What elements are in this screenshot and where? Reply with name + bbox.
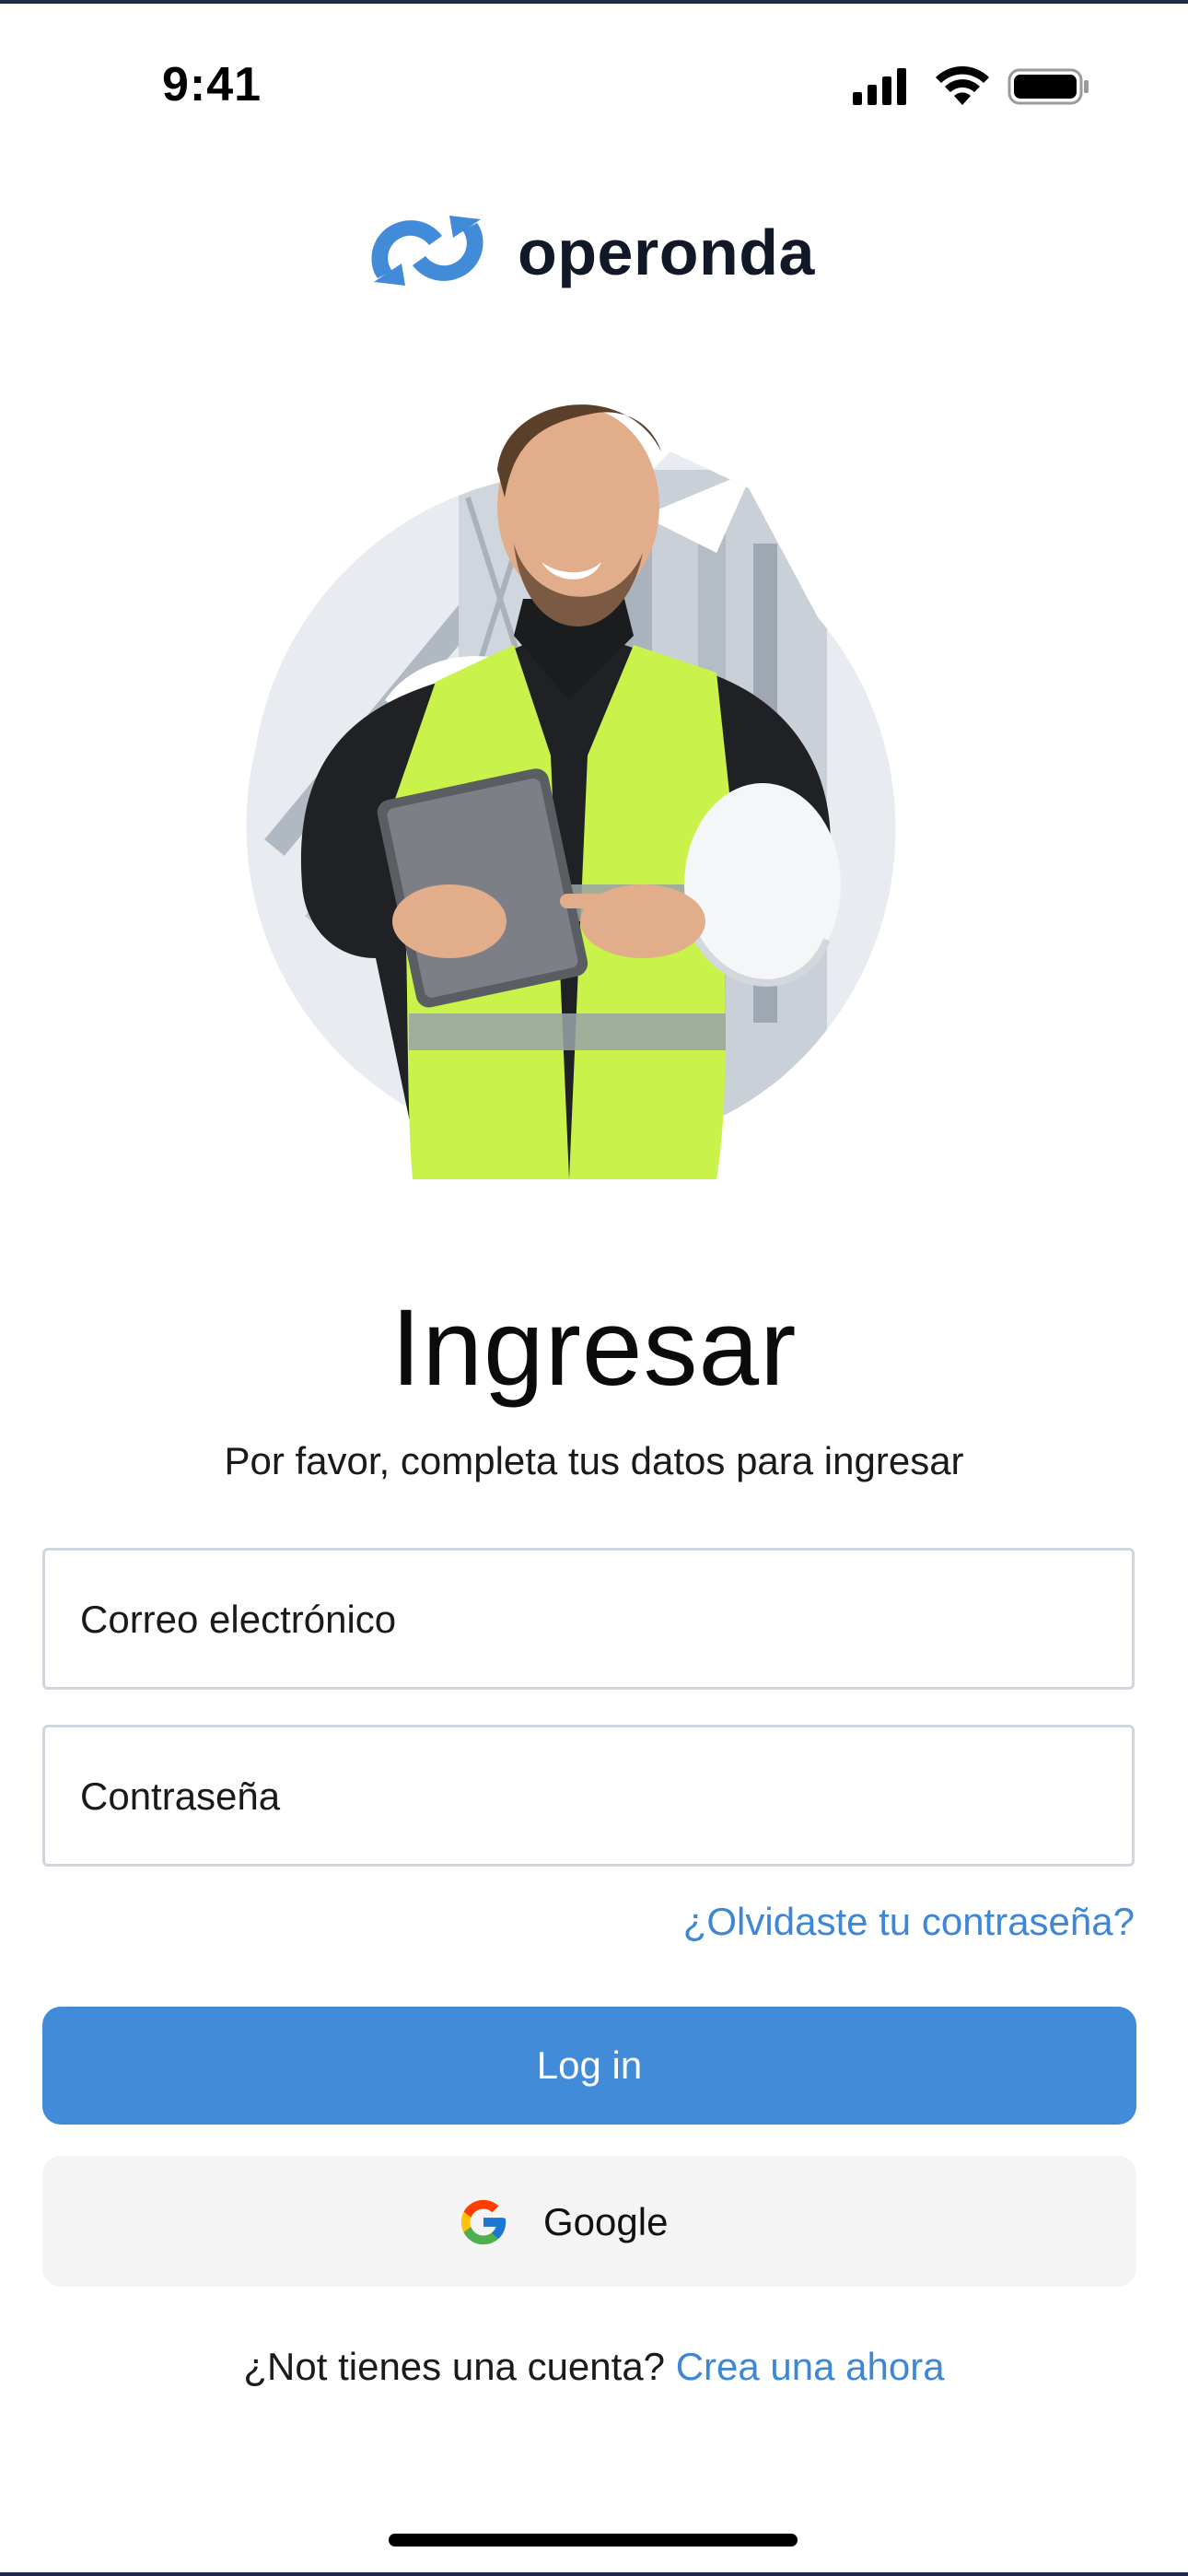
wifi-icon xyxy=(936,66,989,105)
status-icons xyxy=(851,66,1090,107)
password-field[interactable] xyxy=(42,1725,1135,1867)
google-button-content: Google xyxy=(457,2195,668,2250)
page-subtitle: Por favor, completa tus datos para ingre… xyxy=(224,1439,964,1482)
operonda-logo-icon xyxy=(371,216,483,286)
brand-name: operonda xyxy=(518,217,815,288)
google-button-label: Google xyxy=(543,2200,669,2243)
battery-icon xyxy=(1007,68,1089,105)
email-input[interactable] xyxy=(78,1551,1095,1689)
email-field[interactable] xyxy=(42,1548,1135,1690)
worker-with-tablet-illustration xyxy=(246,404,896,1179)
cellular-signal-icon xyxy=(853,68,906,105)
home-indicator[interactable] xyxy=(389,2534,798,2547)
signup-prompt: ¿Not tienes una cuenta? xyxy=(243,2345,676,2388)
status-time: 9:41 xyxy=(162,58,262,111)
google-signin-button[interactable]: Google xyxy=(42,2156,1136,2287)
hero-image xyxy=(238,369,984,1179)
status-bar: 9:41 xyxy=(0,0,1188,166)
screen-bottom-border xyxy=(0,2572,1188,2576)
login-button[interactable]: Log in xyxy=(42,2007,1136,2125)
page-title: Ingresar xyxy=(390,1287,798,1409)
password-input[interactable] xyxy=(78,1727,1095,1866)
signup-row: ¿Not tienes una cuenta? Crea una ahora xyxy=(0,2345,1188,2389)
signup-link[interactable]: Crea una ahora xyxy=(676,2345,945,2388)
brand-logo: operonda xyxy=(365,205,844,297)
forgot-password-link[interactable]: ¿Olvidaste tu contraseña? xyxy=(683,1900,1135,1944)
google-icon xyxy=(460,2199,507,2245)
